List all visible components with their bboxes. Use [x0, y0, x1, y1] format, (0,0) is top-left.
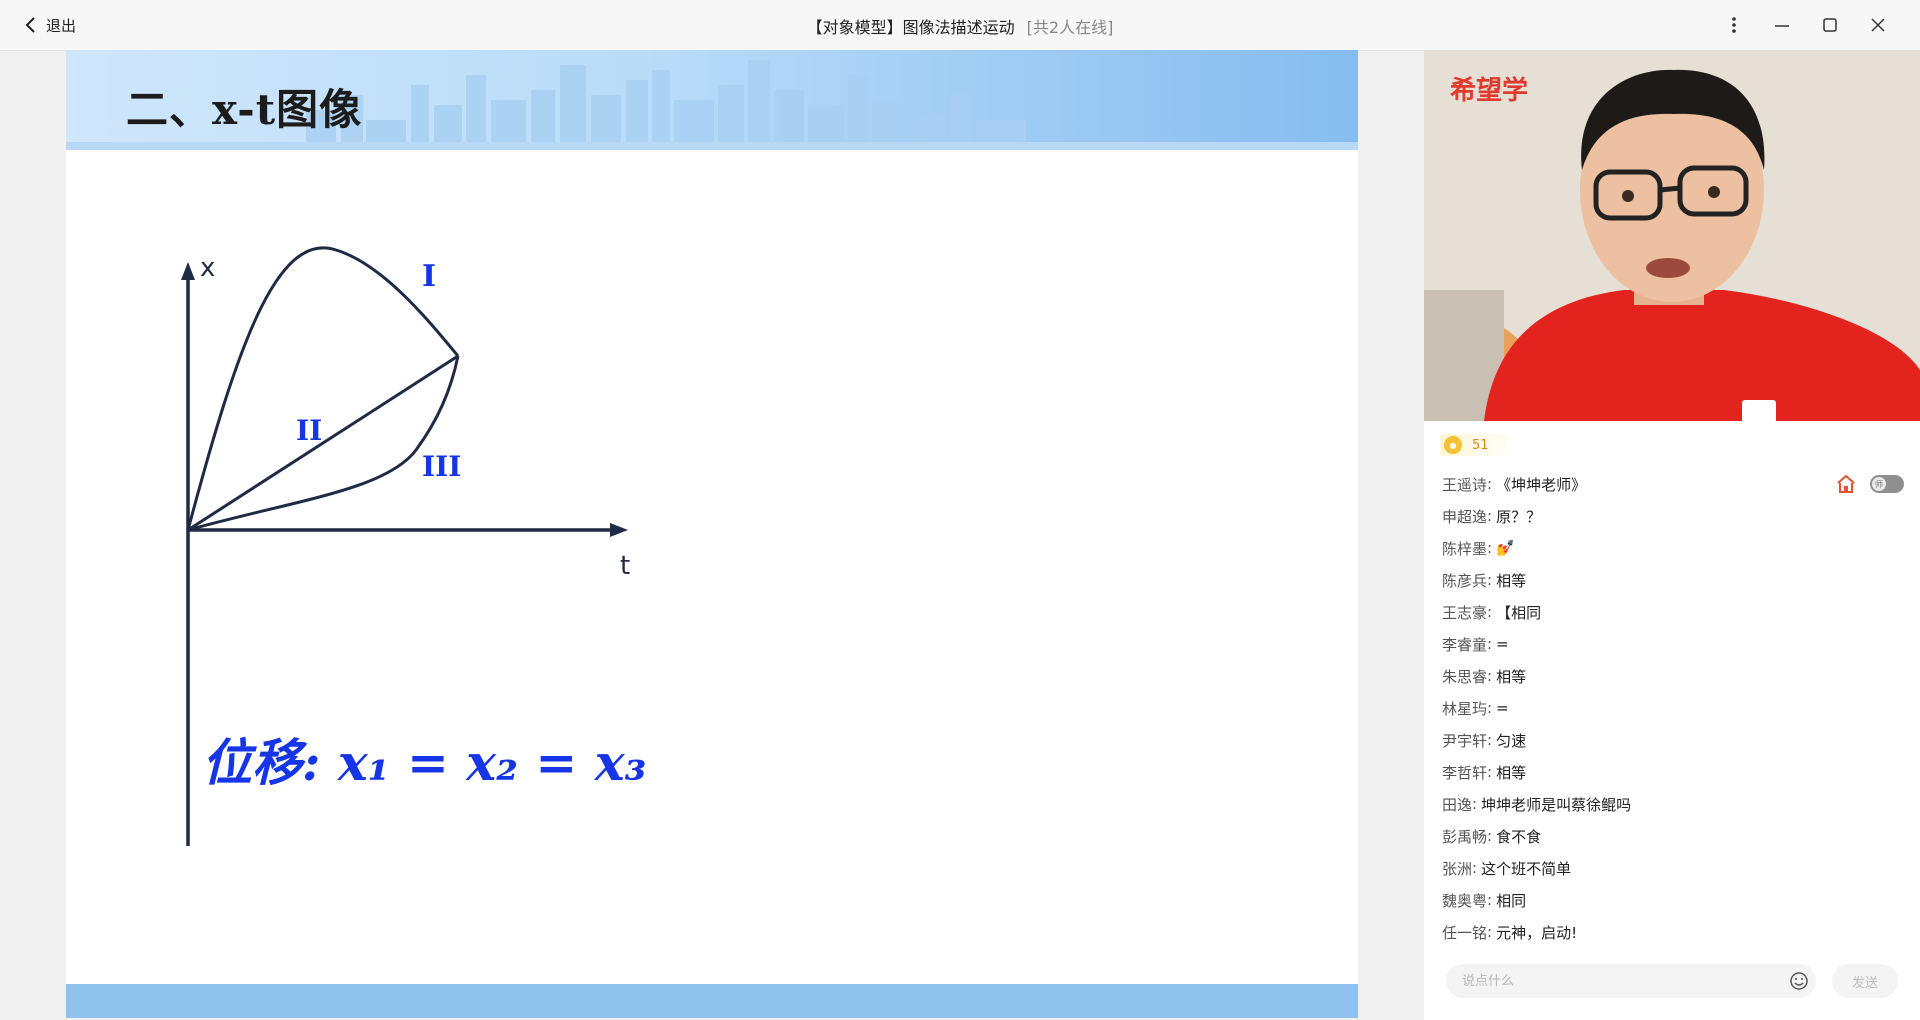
- maximize-button[interactable]: [1806, 12, 1854, 38]
- curve-I: [186, 246, 460, 531]
- x-axis-label: t: [620, 551, 630, 581]
- minimize-button[interactable]: [1758, 12, 1806, 38]
- chat-message: 李睿童: =: [1442, 635, 1509, 654]
- xt-graph: x t I II III 位移: x₁ = x₂ = x₃: [181, 246, 646, 846]
- likes-badge: ● 51: [1440, 434, 1511, 456]
- coin-icon: ●: [1444, 436, 1462, 454]
- x-axis-arrow: [181, 262, 195, 280]
- chat-message: 田逸: 坤坤老师是叫蔡徐鲲吗: [1442, 795, 1632, 814]
- chat-composer: [1446, 964, 1816, 998]
- line-II: [187, 354, 459, 532]
- chat-message: 陈梓墨: 💅: [1442, 539, 1515, 558]
- chat-input[interactable]: [1446, 972, 1782, 990]
- close-button[interactable]: [1854, 12, 1902, 38]
- window-controls: [1710, 12, 1902, 38]
- chat-message: 魏奥粤: 相同: [1442, 891, 1527, 910]
- online-count: [共2人在线]: [1026, 18, 1114, 37]
- course-title: 【对象模型】图像法描述运动: [806, 18, 1015, 37]
- y-axis-label: x: [200, 253, 215, 283]
- likes-count: 51: [1472, 437, 1489, 453]
- chat-list: 王遥诗: 《坤坤老师》 申超逸: 原？？ 陈梓墨: 💅 陈彦兵: 相等 王志豪: 【相同 …: [1442, 468, 1902, 948]
- label-line-II: II: [296, 414, 322, 447]
- send-button[interactable]: 发送: [1832, 964, 1898, 998]
- window-title: 【对象模型】图像法描述运动 [共2人在线]: [0, 14, 1920, 38]
- side-panel: 希望学 ● 51 师 王遥诗: 《坤坤老师》 申超逸: 原？？ 陈梓墨: 💅 陈彦兵:…: [1424, 50, 1920, 1020]
- chat-message: 任一铭: 元神，启动!: [1442, 923, 1578, 942]
- chat-message: 陈彦兵: 相等: [1442, 571, 1527, 590]
- chat-message: 张洲: 这个班不简单: [1442, 859, 1572, 878]
- maximize-icon: [1823, 18, 1837, 32]
- more-button[interactable]: [1710, 12, 1758, 38]
- more-vertical-icon: [1732, 17, 1736, 33]
- teacher-video[interactable]: 希望学: [1424, 50, 1920, 421]
- brand-logo: 希望学: [1450, 76, 1529, 106]
- close-icon: [1871, 18, 1885, 32]
- chat-message: 李哲轩: 相等: [1442, 763, 1527, 782]
- label-curve-III: III: [422, 450, 461, 483]
- chat-message: 申超逸: 原？？: [1442, 507, 1542, 526]
- slide-title: 二、x-t图像: [126, 85, 363, 134]
- chat-message: 尹宇轩: 匀速: [1442, 731, 1527, 750]
- slide-footer-band: [66, 984, 1358, 1018]
- label-curve-I: I: [422, 259, 436, 294]
- slide-header: 二、x-t图像: [66, 50, 1358, 150]
- chat-message: 朱思睿: 相等: [1442, 667, 1527, 686]
- t-axis-arrow: [610, 523, 628, 537]
- chat-message: 林星玙: =: [1442, 699, 1509, 718]
- smiley-icon: [1790, 972, 1808, 990]
- courseware-slide: 二、x-t图像 x t I II III 位移: x₁ = x₂ = x₃: [66, 50, 1358, 1018]
- handwritten-displacement-note: 位移: x₁ = x₂ = x₃: [202, 733, 646, 792]
- chat-message: 王志豪: 【相同: [1442, 603, 1542, 622]
- title-bar: 退出 【对象模型】图像法描述运动 [共2人在线]: [0, 0, 1920, 51]
- emoji-button[interactable]: [1782, 971, 1816, 991]
- chat-message: 王遥诗: 《坤坤老师》: [1442, 475, 1587, 494]
- minimize-icon: [1775, 25, 1789, 27]
- chat-message: 彭禹畅: 食不食: [1442, 827, 1542, 846]
